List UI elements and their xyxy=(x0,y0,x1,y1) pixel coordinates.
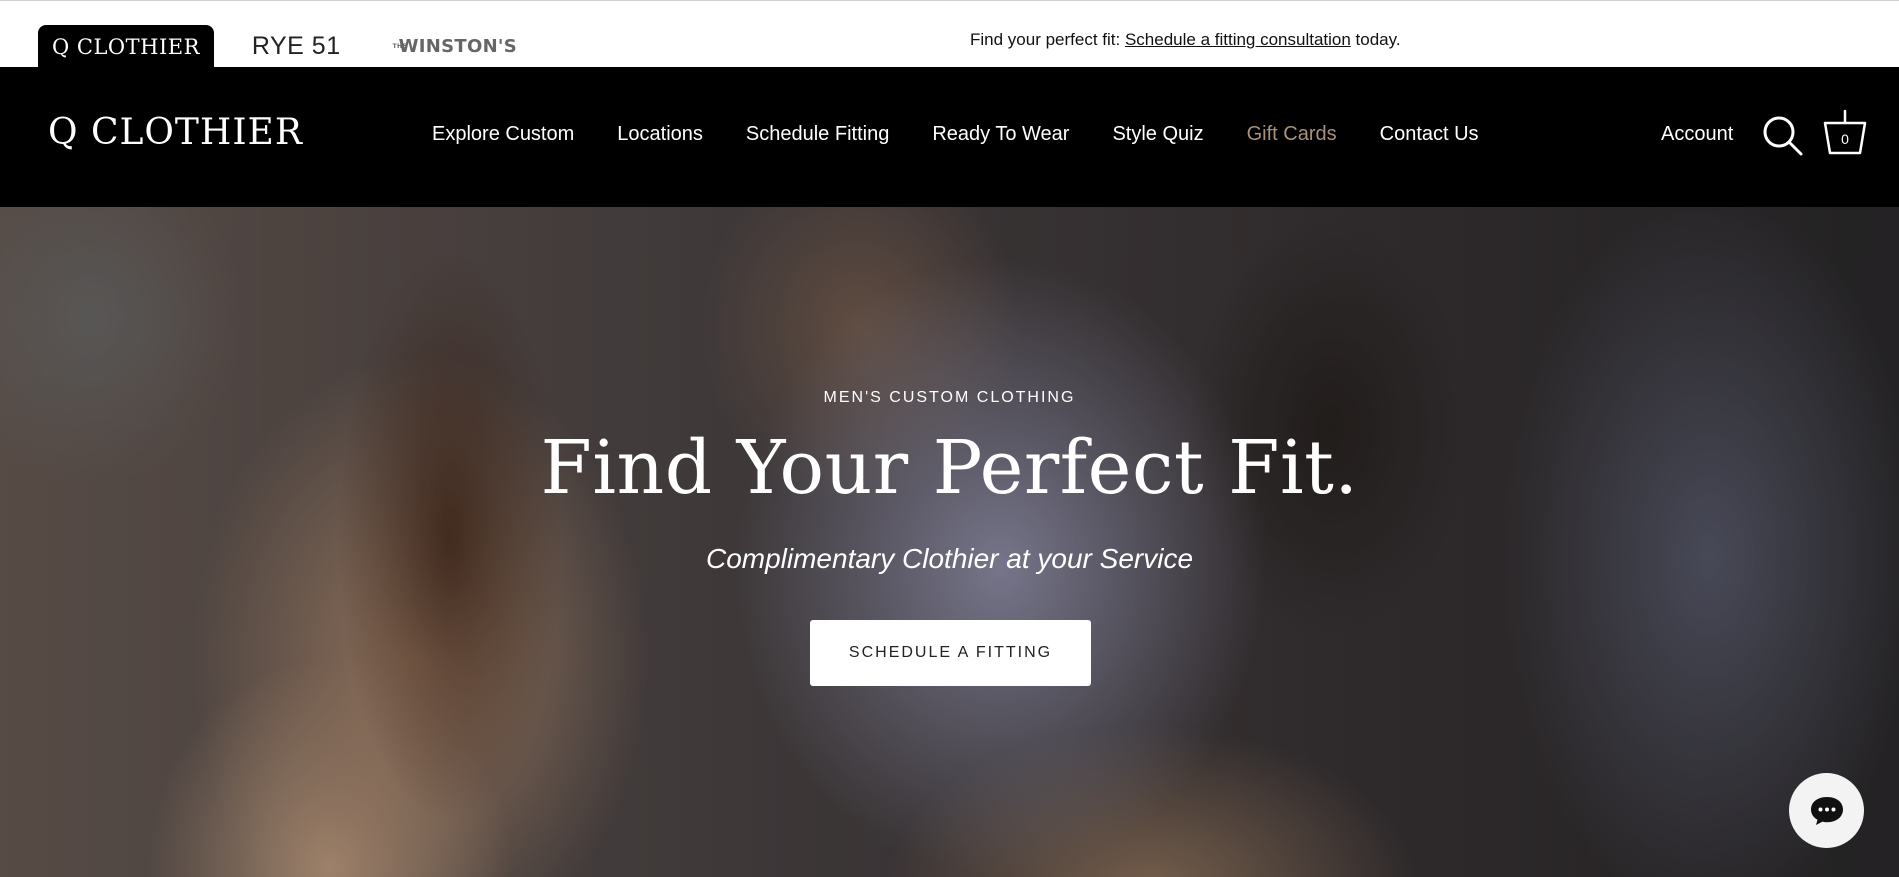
nav-item-explore-custom[interactable]: Explore Custom xyxy=(432,123,574,146)
chat-widget-button[interactable] xyxy=(1789,773,1864,848)
hero-eyebrow: MEN'S CUSTOM CLOTHING xyxy=(823,389,1076,406)
brand-tab-rye-51[interactable]: RYE 51 xyxy=(214,25,379,68)
site-header: Q CLOTHIER Explore Custom Locations Sche… xyxy=(0,67,1899,207)
main-nav: Explore Custom Locations Schedule Fittin… xyxy=(432,123,1479,146)
account-link[interactable]: Account xyxy=(1661,123,1733,146)
brand-tab-label: THEWINSTON'S xyxy=(393,36,517,57)
brand-tab-q-clothier[interactable]: Q CLOTHIER xyxy=(38,25,214,68)
brand-switcher-bar: Q CLOTHIER RYE 51 THEWINSTON'S Find your… xyxy=(0,0,1899,68)
brand-tabs: Q CLOTHIER RYE 51 THEWINSTON'S xyxy=(38,25,531,68)
brand-tab-label: Q CLOTHIER xyxy=(52,34,200,59)
nav-item-contact-us[interactable]: Contact Us xyxy=(1380,123,1479,146)
nav-item-ready-to-wear[interactable]: Ready To Wear xyxy=(932,123,1069,146)
brand-tab-label: RYE 51 xyxy=(251,32,341,60)
cart-count: 0 xyxy=(1841,131,1849,147)
hero-banner: MEN'S CUSTOM CLOTHING Find Your Perfect … xyxy=(0,207,1899,877)
brand-tab-winstons[interactable]: THEWINSTON'S xyxy=(379,25,531,68)
chat-bubble-icon xyxy=(1810,796,1843,825)
schedule-fitting-button[interactable]: SCHEDULE A FITTING xyxy=(810,620,1091,686)
site-logo[interactable]: Q CLOTHIER xyxy=(48,112,303,153)
search-icon[interactable] xyxy=(1762,115,1804,157)
hero-subhead: Complimentary Clothier at your Service xyxy=(705,543,1194,574)
schedule-consultation-link[interactable]: Schedule a fitting consultation xyxy=(1125,30,1351,49)
nav-item-style-quiz[interactable]: Style Quiz xyxy=(1112,123,1203,146)
brand-tab-label-main: WINSTON'S xyxy=(398,36,518,57)
nav-item-gift-cards[interactable]: Gift Cards xyxy=(1247,123,1337,146)
announcement-text: Find your perfect fit: Schedule a fittin… xyxy=(970,30,1401,50)
nav-item-locations[interactable]: Locations xyxy=(617,123,703,146)
nav-item-schedule-fitting[interactable]: Schedule Fitting xyxy=(746,123,889,146)
hero-headline: Find Your Perfect Fit. xyxy=(540,425,1359,511)
announcement-after: today. xyxy=(1350,30,1401,49)
hero-overlay xyxy=(0,207,1899,877)
cart-button[interactable]: 0 xyxy=(1822,109,1868,159)
announcement-before: Find your perfect fit: xyxy=(970,30,1125,49)
